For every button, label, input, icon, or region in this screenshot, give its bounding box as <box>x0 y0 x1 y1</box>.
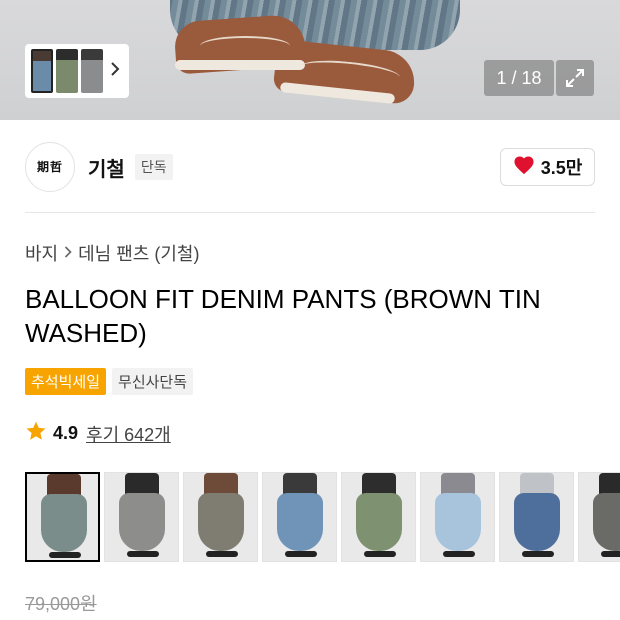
brand-logo-text: 期哲 <box>36 160 63 174</box>
heart-icon <box>513 155 535 180</box>
model-pants <box>198 493 244 551</box>
shoe-sole-left <box>175 60 305 70</box>
breadcrumb-item-category[interactable]: 바지 <box>25 240 58 266</box>
chevron-right-icon[interactable] <box>110 61 120 82</box>
variant-thumbnail[interactable] <box>420 472 495 562</box>
product-main-image[interactable]: 1 / 18 <box>0 0 620 120</box>
image-thumbnail-strip[interactable] <box>25 44 129 98</box>
variant-thumbnail[interactable] <box>183 472 258 562</box>
sale-tag: 추석빅세일 <box>25 368 107 395</box>
like-count: 3.5만 <box>540 158 583 178</box>
variant-thumbnail[interactable] <box>341 472 416 562</box>
thumbnail-1[interactable] <box>31 49 53 93</box>
variant-thumbnail[interactable] <box>262 472 337 562</box>
rating: 4.9 후기 642개 <box>25 420 171 447</box>
model-pants <box>356 493 402 551</box>
model-shoes <box>49 552 81 558</box>
thumbnail-3[interactable] <box>81 49 103 93</box>
brand-name[interactable]: 기철 <box>88 153 125 182</box>
variant-thumbnail[interactable] <box>104 472 179 562</box>
review-link[interactable]: 후기 642개 <box>86 421 171 447</box>
model-shoes <box>127 551 159 557</box>
original-price: 79,000원 <box>25 594 97 614</box>
variant-gallery <box>25 472 620 564</box>
variant-thumbnail[interactable] <box>25 472 100 562</box>
product-title: BALLOON FIT DENIM PANTS (BROWN TIN WASHE… <box>25 284 541 348</box>
expand-icon[interactable] <box>556 60 594 96</box>
image-counter: 1 / 18 <box>484 60 554 96</box>
model-pants <box>435 493 481 551</box>
chevron-right-icon <box>64 245 72 261</box>
model-shoes <box>364 551 396 557</box>
model-shoes <box>206 551 238 557</box>
exclusive-badge: 단독 <box>134 154 173 180</box>
exclusive-tag: 무신사단독 <box>112 368 194 395</box>
model-pants <box>593 493 620 551</box>
shoe-stripe-left <box>200 36 290 56</box>
brand-row: 期哲 기철 단독 3.5만 <box>25 142 595 192</box>
breadcrumb-item-subcategory[interactable]: 데님 팬츠 (기철) <box>78 240 199 266</box>
product-tags: 추석빅세일 무신사단독 <box>25 368 194 395</box>
breadcrumb: 바지 데님 팬츠 (기철) <box>25 240 199 266</box>
model-shoes <box>522 551 554 557</box>
star-icon <box>25 420 47 447</box>
variant-thumbnail[interactable] <box>578 472 620 562</box>
model-pants <box>41 494 87 552</box>
thumbnail-2[interactable] <box>56 49 78 93</box>
variant-thumbnail[interactable] <box>499 472 574 562</box>
like-button[interactable]: 3.5만 <box>500 148 595 186</box>
model-pants <box>514 493 560 551</box>
divider <box>25 212 595 213</box>
model-shoes <box>285 551 317 557</box>
model-pants <box>119 493 165 551</box>
brand-logo[interactable]: 期哲 <box>25 142 75 192</box>
model-shoes <box>601 551 620 557</box>
rating-score: 4.9 <box>53 423 79 443</box>
model-pants <box>277 493 323 551</box>
model-shoes <box>443 551 475 557</box>
